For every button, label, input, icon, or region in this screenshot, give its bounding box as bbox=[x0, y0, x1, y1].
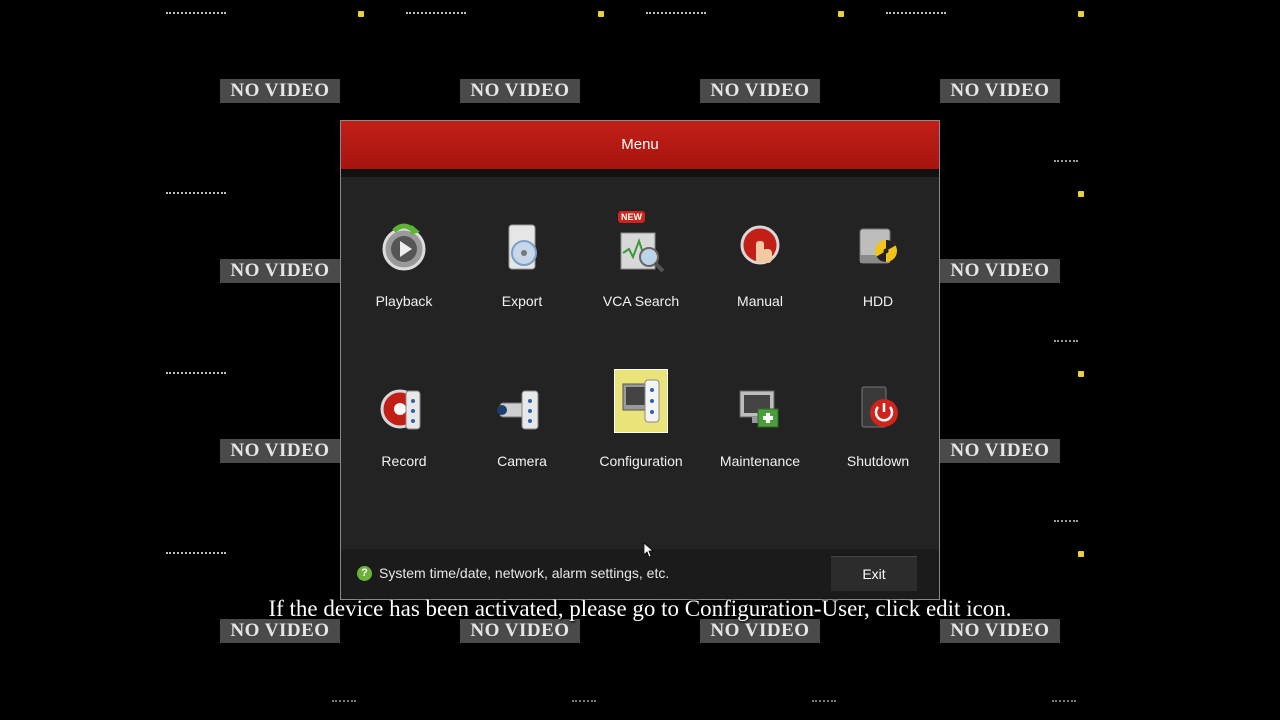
menu-item-manual[interactable]: Manual bbox=[701, 197, 819, 347]
osd-text bbox=[166, 192, 226, 196]
no-video-label: NO VIDEO bbox=[220, 439, 340, 463]
menu-item-label: VCA Search bbox=[602, 293, 680, 309]
configuration-icon bbox=[614, 369, 668, 433]
menu-item-label: Maintenance bbox=[719, 453, 801, 469]
osd-text bbox=[886, 12, 946, 16]
hdd-icon bbox=[850, 219, 906, 275]
menu-item-camera[interactable]: Camera bbox=[463, 357, 581, 507]
no-video-label: NO VIDEO bbox=[220, 259, 340, 283]
no-video-label: NO VIDEO bbox=[460, 619, 580, 643]
status-dot bbox=[358, 11, 364, 17]
no-video-label: NO VIDEO bbox=[940, 79, 1060, 103]
status-dot bbox=[598, 11, 604, 17]
osd-mark bbox=[1052, 700, 1076, 704]
menu-item-export[interactable]: Export bbox=[463, 197, 581, 347]
menu-dialog: Menu Playback Export NEW VCA Search Manu… bbox=[340, 120, 940, 600]
menu-item-configuration[interactable]: Configuration bbox=[582, 357, 700, 507]
menu-item-maintenance[interactable]: Maintenance bbox=[701, 357, 819, 507]
help-icon: ? bbox=[357, 566, 372, 581]
no-video-label: NO VIDEO bbox=[460, 79, 580, 103]
osd-mark bbox=[812, 700, 836, 704]
exit-button[interactable]: Exit bbox=[831, 556, 917, 591]
mouse-cursor-icon bbox=[643, 542, 655, 558]
osd-mark bbox=[332, 700, 356, 704]
menu-item-shutdown[interactable]: Shutdown bbox=[819, 357, 937, 507]
header-divider bbox=[341, 169, 939, 177]
playback-icon bbox=[376, 219, 432, 275]
menu-item-label: Manual bbox=[737, 293, 783, 309]
menu-item-playback[interactable]: Playback bbox=[345, 197, 463, 347]
menu-footer: ? System time/date, network, alarm setti… bbox=[341, 549, 939, 599]
no-video-label: NO VIDEO bbox=[940, 259, 1060, 283]
osd-mark bbox=[1054, 520, 1078, 524]
menu-item-label: Camera bbox=[497, 453, 547, 469]
osd-text bbox=[406, 12, 466, 16]
osd-text bbox=[166, 372, 226, 376]
manual-icon bbox=[732, 219, 788, 275]
no-video-label: NO VIDEO bbox=[220, 79, 340, 103]
menu-item-label: Record bbox=[381, 453, 427, 469]
menu-item-label: Playback bbox=[375, 293, 433, 309]
new-badge: NEW bbox=[618, 211, 645, 223]
no-video-label: NO VIDEO bbox=[940, 619, 1060, 643]
osd-text bbox=[646, 12, 706, 16]
hint-text: System time/date, network, alarm setting… bbox=[379, 565, 670, 581]
status-dot bbox=[838, 11, 844, 17]
menu-item-record[interactable]: Record bbox=[345, 357, 463, 507]
menu-item-label: Export bbox=[501, 293, 543, 309]
menu-title: Menu bbox=[341, 121, 939, 169]
menu-item-vca-search[interactable]: NEW VCA Search bbox=[582, 197, 700, 347]
no-video-label: NO VIDEO bbox=[940, 439, 1060, 463]
osd-mark bbox=[572, 700, 596, 704]
status-dot bbox=[1078, 371, 1084, 377]
osd-mark bbox=[1054, 340, 1078, 344]
menu-item-label: Configuration bbox=[599, 453, 683, 469]
menu-item-hdd[interactable]: HDD bbox=[819, 197, 937, 347]
camera-icon bbox=[494, 379, 550, 435]
osd-text bbox=[166, 552, 226, 556]
vca-search-icon bbox=[613, 219, 669, 275]
video-subtitle: If the device has been activated, please… bbox=[268, 596, 1012, 621]
osd-text bbox=[166, 12, 226, 16]
status-dot bbox=[1078, 11, 1084, 17]
no-video-label: NO VIDEO bbox=[700, 79, 820, 103]
record-icon bbox=[376, 379, 432, 435]
menu-item-label: HDD bbox=[862, 293, 894, 309]
export-icon bbox=[494, 219, 550, 275]
shutdown-icon bbox=[850, 379, 906, 435]
maintenance-icon bbox=[732, 379, 788, 435]
no-video-label: NO VIDEO bbox=[220, 619, 340, 643]
menu-item-label: Shutdown bbox=[846, 453, 910, 469]
status-dot bbox=[1078, 191, 1084, 197]
no-video-label: NO VIDEO bbox=[700, 619, 820, 643]
status-dot bbox=[1078, 551, 1084, 557]
osd-mark bbox=[1054, 160, 1078, 164]
